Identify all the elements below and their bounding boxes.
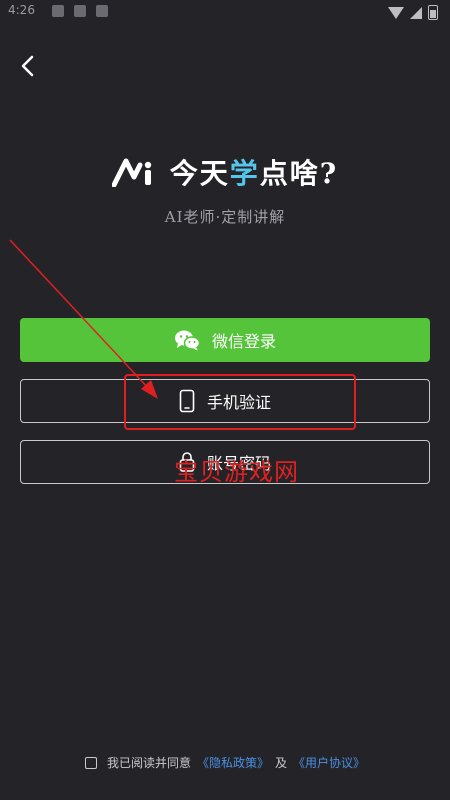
settings-icon [96,5,108,17]
wechat-login-label: 微信登录 [211,332,276,351]
app-logo [111,157,156,187]
watermark: 宝贝游戏网 [174,458,299,486]
tagline: AI老师·定制讲解 [164,208,286,226]
title-highlight: 学 [229,157,260,190]
phone-icon [179,389,195,413]
app-header: 今天学点啥? [0,152,450,192]
phone-verify-button[interactable]: 手机验证 [20,379,430,423]
user-agreement-link[interactable]: 《用户协议》 [293,754,365,771]
system-icons [388,5,438,20]
agreement-text: 我已阅读并同意 [106,756,191,770]
chevron-left-icon [21,55,34,77]
phone-verify-label: 手机验证 [206,393,271,412]
notification-icon [52,5,64,17]
status-time: 4:26 [8,3,35,17]
wechat-login-button[interactable]: 微信登录 [20,318,430,362]
privacy-policy-link[interactable]: 《隐私政策》 [197,754,269,771]
agreement-and: 及 [275,756,288,770]
signal-icon [410,6,422,19]
wifi-icon [388,6,404,19]
status-bar: 4:26 [0,0,450,24]
wechat-icon [174,330,200,351]
back-button[interactable] [14,52,42,80]
agreement-checkbox[interactable] [84,756,97,769]
download-icon [74,5,86,17]
page-title: 今天学点啥? [169,157,339,190]
agreement-row: 我已阅读并同意 《隐私政策》 及 《用户协议》 [0,754,450,771]
battery-icon [428,5,438,20]
notification-icons [52,5,108,17]
